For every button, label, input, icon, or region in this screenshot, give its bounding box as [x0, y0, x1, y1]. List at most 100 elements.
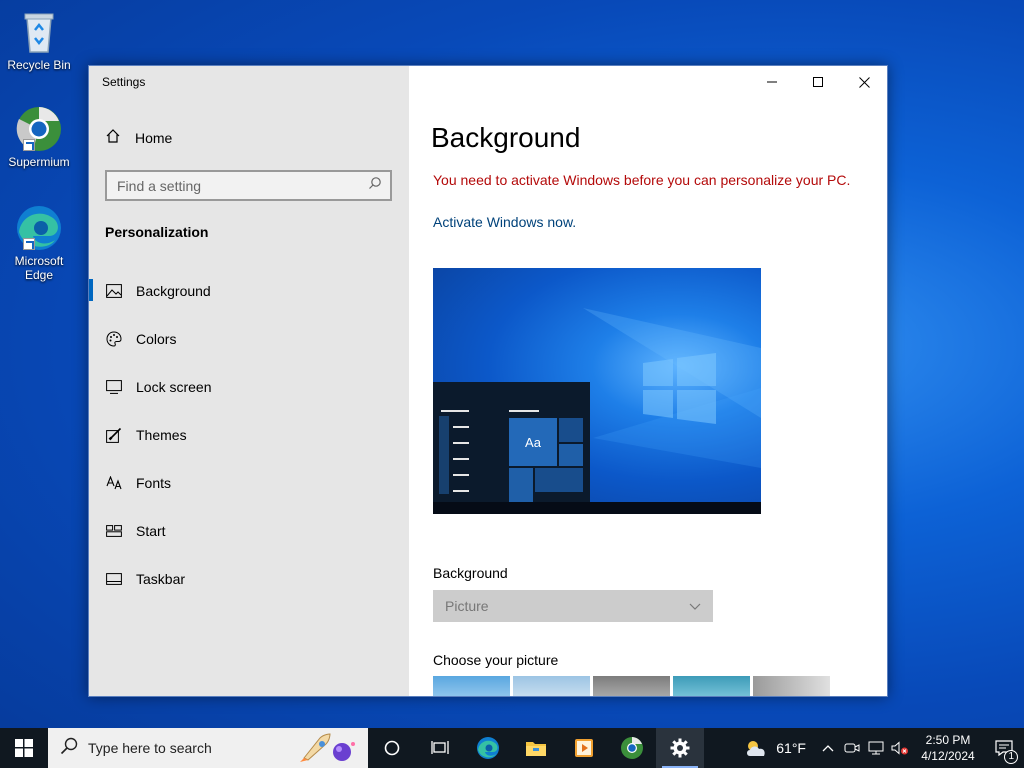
gear-icon [670, 738, 690, 758]
search-icon [60, 737, 78, 760]
search-icon [368, 176, 382, 195]
caption-buttons [749, 66, 887, 98]
minimize-button[interactable] [749, 66, 795, 98]
desktop-icon-label: Supermium [8, 155, 70, 169]
edge-icon [477, 737, 499, 759]
search-highlight-rocket-icon [298, 732, 358, 768]
background-preview: Aa [433, 268, 761, 514]
recycle-bin-icon [15, 8, 63, 56]
maximize-icon [813, 77, 823, 87]
taskbar-supermium[interactable] [608, 728, 656, 768]
preview-tile: Aa [509, 418, 557, 466]
nav-item-label: Start [136, 523, 166, 539]
picture-thumbnail[interactable] [673, 676, 750, 696]
taskbar: 61°F 2:50 PM 4/12/2024 1 [0, 728, 1024, 768]
taskbar-search-input[interactable] [88, 740, 288, 756]
desktop-icon-recycle-bin[interactable]: Recycle Bin [4, 8, 74, 72]
monitor-icon [106, 379, 122, 395]
activation-warning: You need to activate Windows before you … [433, 172, 851, 188]
maximize-button[interactable] [795, 66, 841, 98]
background-type-label: Background [433, 565, 508, 581]
background-type-dropdown[interactable]: Picture [433, 590, 713, 622]
dropdown-value: Picture [445, 598, 489, 614]
show-hidden-icons-button[interactable] [816, 744, 840, 752]
settings-window: Settings Home Personalization Background [88, 65, 888, 697]
taskbar-edge[interactable] [464, 728, 512, 768]
volume-muted-icon [891, 741, 908, 755]
close-button[interactable] [841, 66, 887, 98]
media-player-icon [575, 739, 593, 757]
desktop-icon-label: Microsoft Edge [14, 254, 64, 282]
start-button[interactable] [0, 728, 48, 768]
minimize-icon [767, 81, 777, 83]
chevron-up-icon [822, 745, 834, 752]
nav-item-background[interactable]: Background [89, 267, 409, 315]
picture-thumbnail[interactable] [753, 676, 830, 696]
close-icon [858, 76, 870, 88]
find-setting-input[interactable] [117, 177, 368, 194]
weather-widget[interactable]: 61°F [734, 728, 816, 768]
taskbar-settings[interactable] [656, 728, 704, 768]
taskbar-clock[interactable]: 2:50 PM 4/12/2024 [912, 732, 984, 764]
nav-item-label: Background [136, 283, 211, 299]
picture-thumbnail[interactable] [513, 676, 590, 696]
volume-button[interactable] [888, 741, 912, 755]
network-icon [868, 741, 884, 755]
nav-home-label: Home [135, 129, 173, 146]
nav-item-colors[interactable]: Colors [89, 315, 409, 363]
supermium-icon [621, 737, 643, 759]
weather-cloud-icon [747, 741, 765, 756]
taskbar-file-explorer[interactable] [512, 728, 560, 768]
settings-content: Background You need to activate Windows … [409, 66, 887, 696]
home-icon [105, 128, 121, 147]
palette-icon [106, 331, 122, 347]
nav-item-fonts[interactable]: Fonts [89, 459, 409, 507]
nav-list: Background Colors Lock screen Themes Fon… [89, 267, 409, 603]
nav-section-title: Personalization [105, 224, 209, 240]
clock-time: 2:50 PM [925, 733, 971, 747]
nav-item-label: Taskbar [136, 571, 186, 587]
desktop-icon-supermium[interactable]: Supermium [4, 105, 74, 169]
start-menu-preview: Aa [433, 382, 590, 502]
network-button[interactable] [864, 741, 888, 755]
taskbar-icon [106, 571, 122, 587]
desktop-icon-microsoft-edge[interactable]: Microsoft Edge [4, 204, 74, 282]
nav-item-label: Colors [136, 331, 177, 347]
edge-icon [15, 204, 63, 252]
desktop-icon-label: Recycle Bin [7, 58, 71, 72]
taskbar-media-player[interactable] [560, 728, 608, 768]
window-title: Settings [102, 75, 146, 89]
weather-temperature: 61°F [776, 740, 806, 756]
nav-home[interactable]: Home [105, 128, 172, 147]
nav-item-taskbar[interactable]: Taskbar [89, 555, 409, 603]
system-tray: 61°F 2:50 PM 4/12/2024 1 [734, 728, 1024, 768]
nav-item-label: Fonts [136, 475, 172, 491]
page-title: Background [431, 122, 581, 153]
picture-thumbnail[interactable] [593, 676, 670, 696]
camera-icon [844, 743, 860, 753]
notifications-button[interactable]: 1 [984, 740, 1024, 764]
picture-icon [106, 283, 122, 299]
nav-item-themes[interactable]: Themes [89, 411, 409, 459]
find-setting-search[interactable] [105, 170, 392, 201]
nav-item-start[interactable]: Start [89, 507, 409, 555]
meet-now-button[interactable] [840, 741, 864, 755]
notification-count-badge: 1 [1004, 750, 1018, 764]
activate-windows-link[interactable]: Activate Windows now. [433, 214, 576, 230]
settings-nav-pane: Settings Home Personalization Background [89, 66, 409, 696]
task-view-icon [431, 741, 449, 754]
picture-thumbnail[interactable] [433, 676, 510, 696]
chevron-down-icon [689, 598, 701, 614]
picture-thumbnails [433, 676, 830, 696]
cortana-button[interactable] [368, 728, 416, 768]
nav-item-label: Lock screen [136, 379, 212, 395]
grid-icon [106, 523, 122, 539]
nav-item-label: Themes [136, 427, 187, 443]
taskbar-search[interactable] [48, 728, 368, 768]
nav-item-lock-screen[interactable]: Lock screen [89, 363, 409, 411]
task-view-button[interactable] [416, 728, 464, 768]
cortana-icon [384, 740, 400, 756]
choose-picture-label: Choose your picture [433, 652, 559, 668]
taskbar-preview [433, 502, 761, 514]
brush-icon [106, 427, 122, 443]
